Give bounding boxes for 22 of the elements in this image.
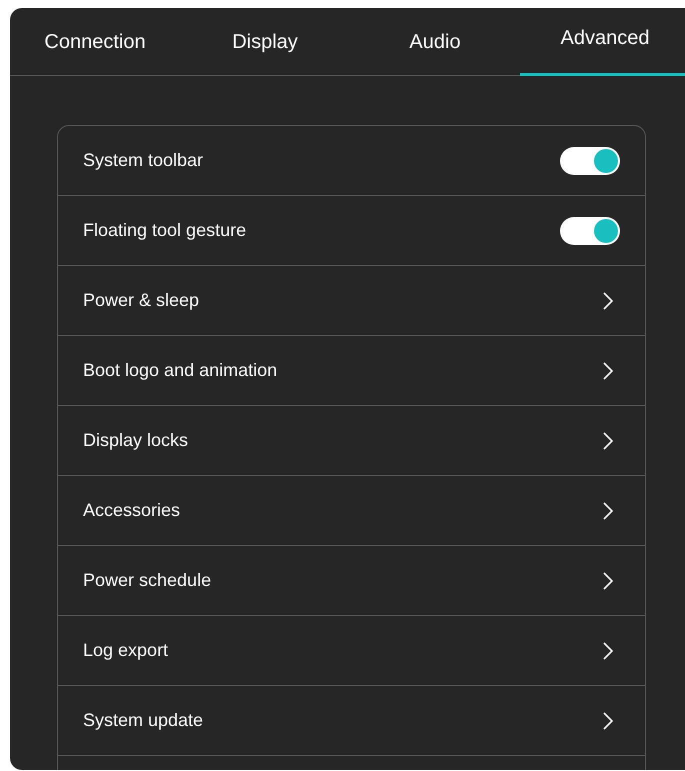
setting-label: Boot logo and animation xyxy=(83,359,278,382)
setting-label: System update xyxy=(83,709,204,732)
toggle-switch[interactable] xyxy=(560,146,620,174)
chevron-right-icon xyxy=(603,292,613,310)
tab[interactable]: Display xyxy=(180,8,350,76)
setting-label: Power schedule xyxy=(83,569,212,592)
chevron-right-icon xyxy=(603,502,613,520)
chevron-right-icon xyxy=(603,432,613,450)
setting-label: Display locks xyxy=(83,429,188,452)
setting-label: Floating tool gesture xyxy=(83,219,246,242)
setting-label: Log export xyxy=(83,639,168,662)
chevron-right-icon xyxy=(603,712,613,730)
setting-label: System toolbar xyxy=(83,149,204,172)
chevron-right-icon xyxy=(603,642,613,660)
toggle-switch[interactable] xyxy=(560,216,620,244)
tab[interactable]: Audio xyxy=(350,8,520,76)
setting-label: Power & sleep xyxy=(83,289,200,312)
setting-label: Accessories xyxy=(83,499,180,522)
chevron-right-icon xyxy=(603,572,613,590)
chevron-right-icon xyxy=(603,362,613,380)
tab[interactable]: Advanced xyxy=(520,8,685,76)
tab[interactable]: Connection xyxy=(10,8,180,76)
